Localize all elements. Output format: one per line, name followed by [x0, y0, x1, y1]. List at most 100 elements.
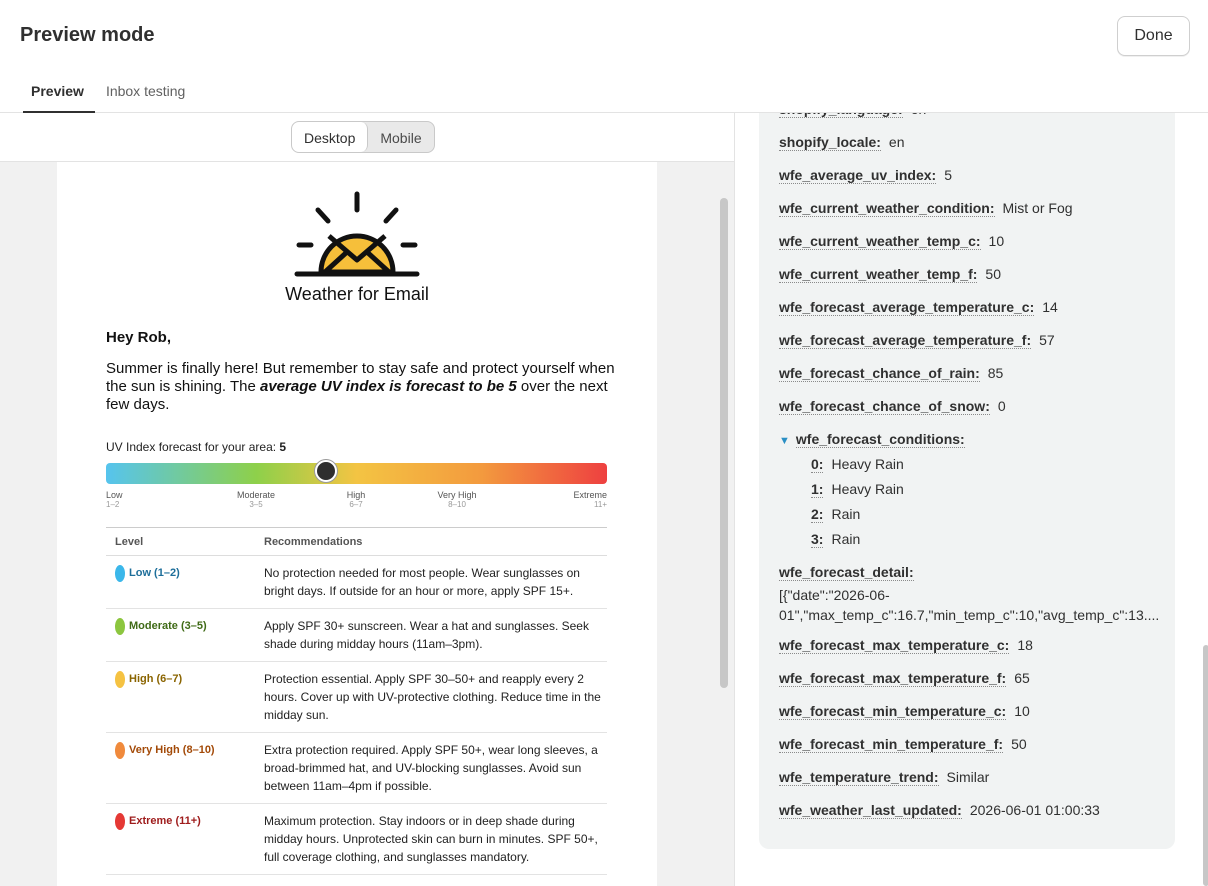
variable-value: en [888, 134, 905, 150]
list-item: 2: Rain [811, 506, 860, 523]
variable-value: 10 [988, 233, 1005, 249]
variable-value: 0 [997, 398, 1006, 414]
variable-value: Similar [946, 769, 990, 785]
level-dot-icon [115, 671, 125, 688]
device-toggle: Desktop Mobile [291, 121, 435, 153]
table-row: Extreme (11+) Maximum protection. Stay i… [106, 804, 607, 875]
variable-value: 18 [1017, 637, 1033, 653]
variable-row: wfe_forecast_max_temperature_c: 18 [779, 637, 1033, 654]
variable-row: wfe_current_weather_temp_f: 50 [779, 266, 1001, 283]
level-dot-icon [115, 618, 125, 635]
list-item: 0: Heavy Rain [811, 456, 904, 473]
variable-key: wfe_forecast_max_temperature_c: [779, 637, 1010, 654]
variable-row: wfe_forecast_average_temperature_f: 57 [779, 332, 1055, 349]
tab-bar: Preview Inbox testing [20, 76, 196, 113]
variable-key: wfe_current_weather_temp_f: [779, 266, 978, 283]
level-header: Level [115, 536, 144, 548]
variable-key: wfe_forecast_max_temperature_f: [779, 670, 1007, 687]
variable-value: 2026-06-01 01:00:33 [969, 802, 1100, 818]
uv-label: UV Index forecast for your area: 5 [106, 440, 287, 454]
level-cell: Extreme (11+) [106, 804, 264, 874]
tab-inbox-testing[interactable]: Inbox testing [95, 76, 196, 113]
variable-row: wfe_forecast_chance_of_snow: 0 [779, 398, 1006, 415]
greeting: Hey Rob, [106, 329, 172, 346]
item-value: Heavy Rain [831, 456, 904, 472]
variable-row: wfe_forecast_max_temperature_f: 65 [779, 670, 1030, 687]
table-row: Moderate (3–5) Apply SPF 30+ sunscreen. … [106, 609, 607, 662]
recommendation-cell: Protection essential. Apply SPF 30–50+ a… [264, 672, 601, 722]
variable-key: wfe_current_weather_temp_c: [779, 233, 981, 250]
table-row: Very High (8–10) Extra protection requir… [106, 733, 607, 804]
variable-key: wfe_forecast_detail: [779, 564, 914, 581]
variable-row: wfe_temperature_trend: Similar [779, 769, 990, 786]
item-index: 1: [811, 481, 824, 498]
forecast-detail-value: [{"date":"2026-06- 01","max_temp_c":16.7,… [779, 587, 1160, 623]
level-dot-icon [115, 565, 125, 582]
email-body-text: Summer is finally here! But remember to … [106, 360, 615, 413]
variable-key: wfe_forecast_min_temperature_f: [779, 736, 1004, 753]
variable-value: 10 [1014, 703, 1030, 719]
variable-key: wfe_forecast_average_temperature_f: [779, 332, 1032, 349]
tab-preview[interactable]: Preview [20, 76, 95, 113]
variable-key: wfe_average_uv_index: [779, 167, 937, 184]
list-item: 1: Heavy Rain [811, 481, 904, 498]
table-row: High (6–7) Protection essential. Apply S… [106, 662, 607, 733]
level-label: Moderate (3–5) [129, 620, 207, 632]
level-cell: Moderate (3–5) [106, 609, 264, 661]
variable-row: wfe_average_uv_index: 5 [779, 167, 952, 184]
recommendation-cell: Maximum protection. Stay indoors or in d… [264, 814, 598, 864]
variable-key: shopify_language: [779, 113, 903, 118]
variable-row: shopify_language: en [779, 113, 927, 118]
table-row: Low (1–2) No protection needed for most … [106, 556, 607, 609]
item-index: 3: [811, 531, 824, 548]
device-toggle-bar: Desktop Mobile [0, 113, 734, 162]
recommendations-header: Recommendations [264, 536, 363, 548]
variable-key: wfe_current_weather_condition: [779, 200, 995, 217]
variable-value: 85 [987, 365, 1004, 381]
expand-triangle-icon[interactable]: ▼ [779, 435, 790, 447]
item-value: Rain [831, 531, 861, 547]
level-cell: Low (1–2) [106, 556, 264, 608]
variable-value: en [911, 113, 927, 117]
item-value: Heavy Rain [831, 481, 904, 497]
page-title: Preview mode [20, 24, 155, 46]
panel-scrollbar[interactable] [1203, 645, 1208, 886]
preview-scrollbar[interactable] [720, 198, 728, 688]
variable-row: shopify_locale: en [779, 134, 905, 151]
uv-scale-bar [106, 463, 607, 484]
table-header: Level Recommendations [106, 528, 607, 556]
scale-low: Low 1–2 [106, 490, 123, 509]
scale-high: High 6–7 [346, 490, 366, 509]
level-label: Very High (8–10) [129, 744, 215, 756]
level-cell: Very High (8–10) [106, 733, 264, 803]
header: Preview mode Done Preview Inbox testing [0, 0, 1208, 113]
variable-key: shopify_locale: [779, 134, 881, 151]
conditions-toggle[interactable]: ▼ wfe_forecast_conditions: [779, 431, 973, 448]
variable-value: 50 [1011, 736, 1027, 752]
variable-value: 57 [1039, 332, 1055, 348]
variable-key: wfe_forecast_min_temperature_c: [779, 703, 1007, 720]
variable-row: wfe_forecast_chance_of_rain: 85 [779, 365, 1004, 382]
level-label: Extreme (11+) [129, 815, 201, 827]
uv-recommendations-table: Level Recommendations Low (1–2) No prote… [106, 527, 607, 875]
item-index: 0: [811, 456, 824, 473]
email-preview: Weather for Email Hey Rob, Summer is fin… [57, 162, 657, 886]
variables-card: shopify_language:en shopify_locale:en wf… [759, 113, 1175, 849]
done-button[interactable]: Done [1117, 16, 1190, 56]
variable-row: wfe_current_weather_condition: Mist or Fo… [779, 200, 1073, 217]
brand-name: Weather for Email [285, 284, 429, 304]
variable-row: wfe_current_weather_temp_c: 10 [779, 233, 1005, 250]
variable-value: 65 [1014, 670, 1030, 686]
mobile-toggle-button[interactable]: Mobile [368, 122, 433, 152]
variables-panel: shopify_language:en shopify_locale:en wf… [734, 113, 1208, 886]
variable-value: 50 [985, 266, 1001, 282]
variable-row: wfe_forecast_average_temperature_c: 14 [779, 299, 1058, 316]
scale-extreme: Extreme 11+ [573, 490, 607, 509]
variable-row: wfe_forecast_min_temperature_c: 10 [779, 703, 1030, 720]
desktop-toggle-button[interactable]: Desktop [292, 122, 369, 152]
variable-row: wfe_forecast_min_temperature_f: 50 [779, 736, 1027, 753]
level-cell: High (6–7) [106, 662, 264, 732]
variable-key: wfe_forecast_chance_of_snow: [779, 398, 990, 415]
recommendation-cell: Apply SPF 30+ sunscreen. Wear a hat and … [264, 619, 589, 651]
variable-value: 5 [944, 167, 952, 183]
